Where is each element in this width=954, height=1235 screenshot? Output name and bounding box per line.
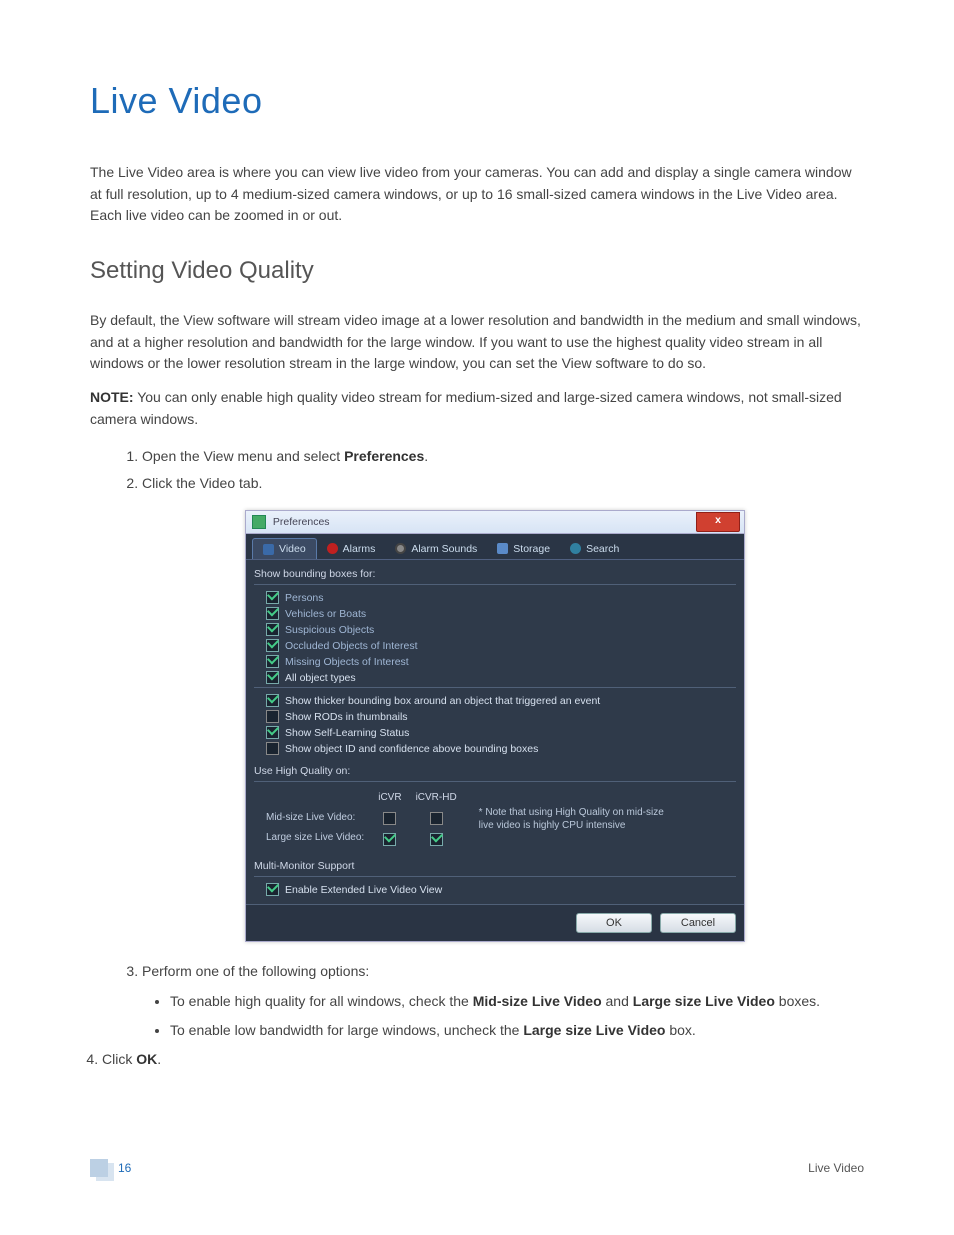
checkbox-vehicles[interactable]: Vehicles or Boats [266,607,736,620]
storage-icon [497,543,508,554]
step-item: Open the View menu and select Preference… [142,445,864,469]
substep-item: To enable high quality for all windows, … [170,990,864,1014]
ok-button[interactable]: OK [576,913,652,933]
dialog-title: Preferences [273,516,330,528]
footer-section-label: Live Video [808,1161,864,1175]
alarms-icon [327,543,338,554]
tab-storage[interactable]: Storage [487,538,560,559]
checkbox-self-learning[interactable]: Show Self-Learning Status [266,726,736,739]
checkbox-rods[interactable]: Show RODs in thumbnails [266,710,736,723]
close-icon[interactable]: x [696,512,740,532]
substep-item: To enable low bandwidth for large window… [170,1019,864,1043]
tab-search[interactable]: Search [560,538,629,559]
page-number: 16 [118,1161,131,1175]
footer-logo-icon [90,1159,108,1177]
preferences-icon [252,515,266,529]
checkbox-persons[interactable]: Persons [266,591,736,604]
tab-video[interactable]: Video [252,538,317,559]
checkbox-extended-view[interactable]: Enable Extended Live Video View [266,883,736,896]
checkbox-missing[interactable]: Missing Objects of Interest [266,655,736,668]
preferences-screenshot: Preferences x Video Alarms Ala [245,510,745,942]
search-icon [570,543,581,554]
checkbox-suspicious[interactable]: Suspicious Objects [266,623,736,636]
quality-paragraph: By default, the View software will strea… [90,310,864,375]
checkbox-object-id[interactable]: Show object ID and confidence above boun… [266,742,736,755]
hq-row-midsize: Mid-size Live Video: [266,808,364,828]
multi-monitor-label: Multi-Monitor Support [254,860,736,872]
checkbox-largesize-icvrhd[interactable] [430,833,443,846]
note-label: NOTE: [90,389,134,405]
tab-alarm-sounds[interactable]: Alarm Sounds [385,538,487,559]
step-item: Click OK. [102,1048,864,1072]
checkbox-midsize-icvrhd[interactable] [430,812,443,825]
checkbox-midsize-icvr[interactable] [383,812,396,825]
checkbox-all-types[interactable]: All object types [266,671,736,684]
page-title: Live Video [90,80,864,122]
use-high-quality-label: Use High Quality on: [254,765,736,777]
hq-note: * Note that using High Quality on mid-si… [479,806,679,832]
hq-col-icvr: iCVR [378,788,401,808]
cancel-button[interactable]: Cancel [660,913,736,933]
dialog-title-bar: Preferences x [246,511,744,534]
step-item: Click the Video tab. [142,472,864,496]
tab-alarms[interactable]: Alarms [317,538,386,559]
alarm-sounds-icon [395,543,406,554]
checkbox-largesize-icvr[interactable] [383,833,396,846]
hq-row-largesize: Large size Live Video: [266,828,364,848]
video-icon [263,544,274,555]
checkbox-thicker-box[interactable]: Show thicker bounding box around an obje… [266,694,736,707]
step-item: Perform one of the following options: To… [142,960,864,1042]
bounding-boxes-label: Show bounding boxes for: [254,568,736,580]
checkbox-occluded[interactable]: Occluded Objects of Interest [266,639,736,652]
section-heading: Setting Video Quality [90,257,864,285]
intro-paragraph: The Live Video area is where you can vie… [90,162,864,227]
note-paragraph: NOTE: You can only enable high quality v… [90,387,864,430]
hq-col-icvrhd: iCVR-HD [416,788,457,808]
